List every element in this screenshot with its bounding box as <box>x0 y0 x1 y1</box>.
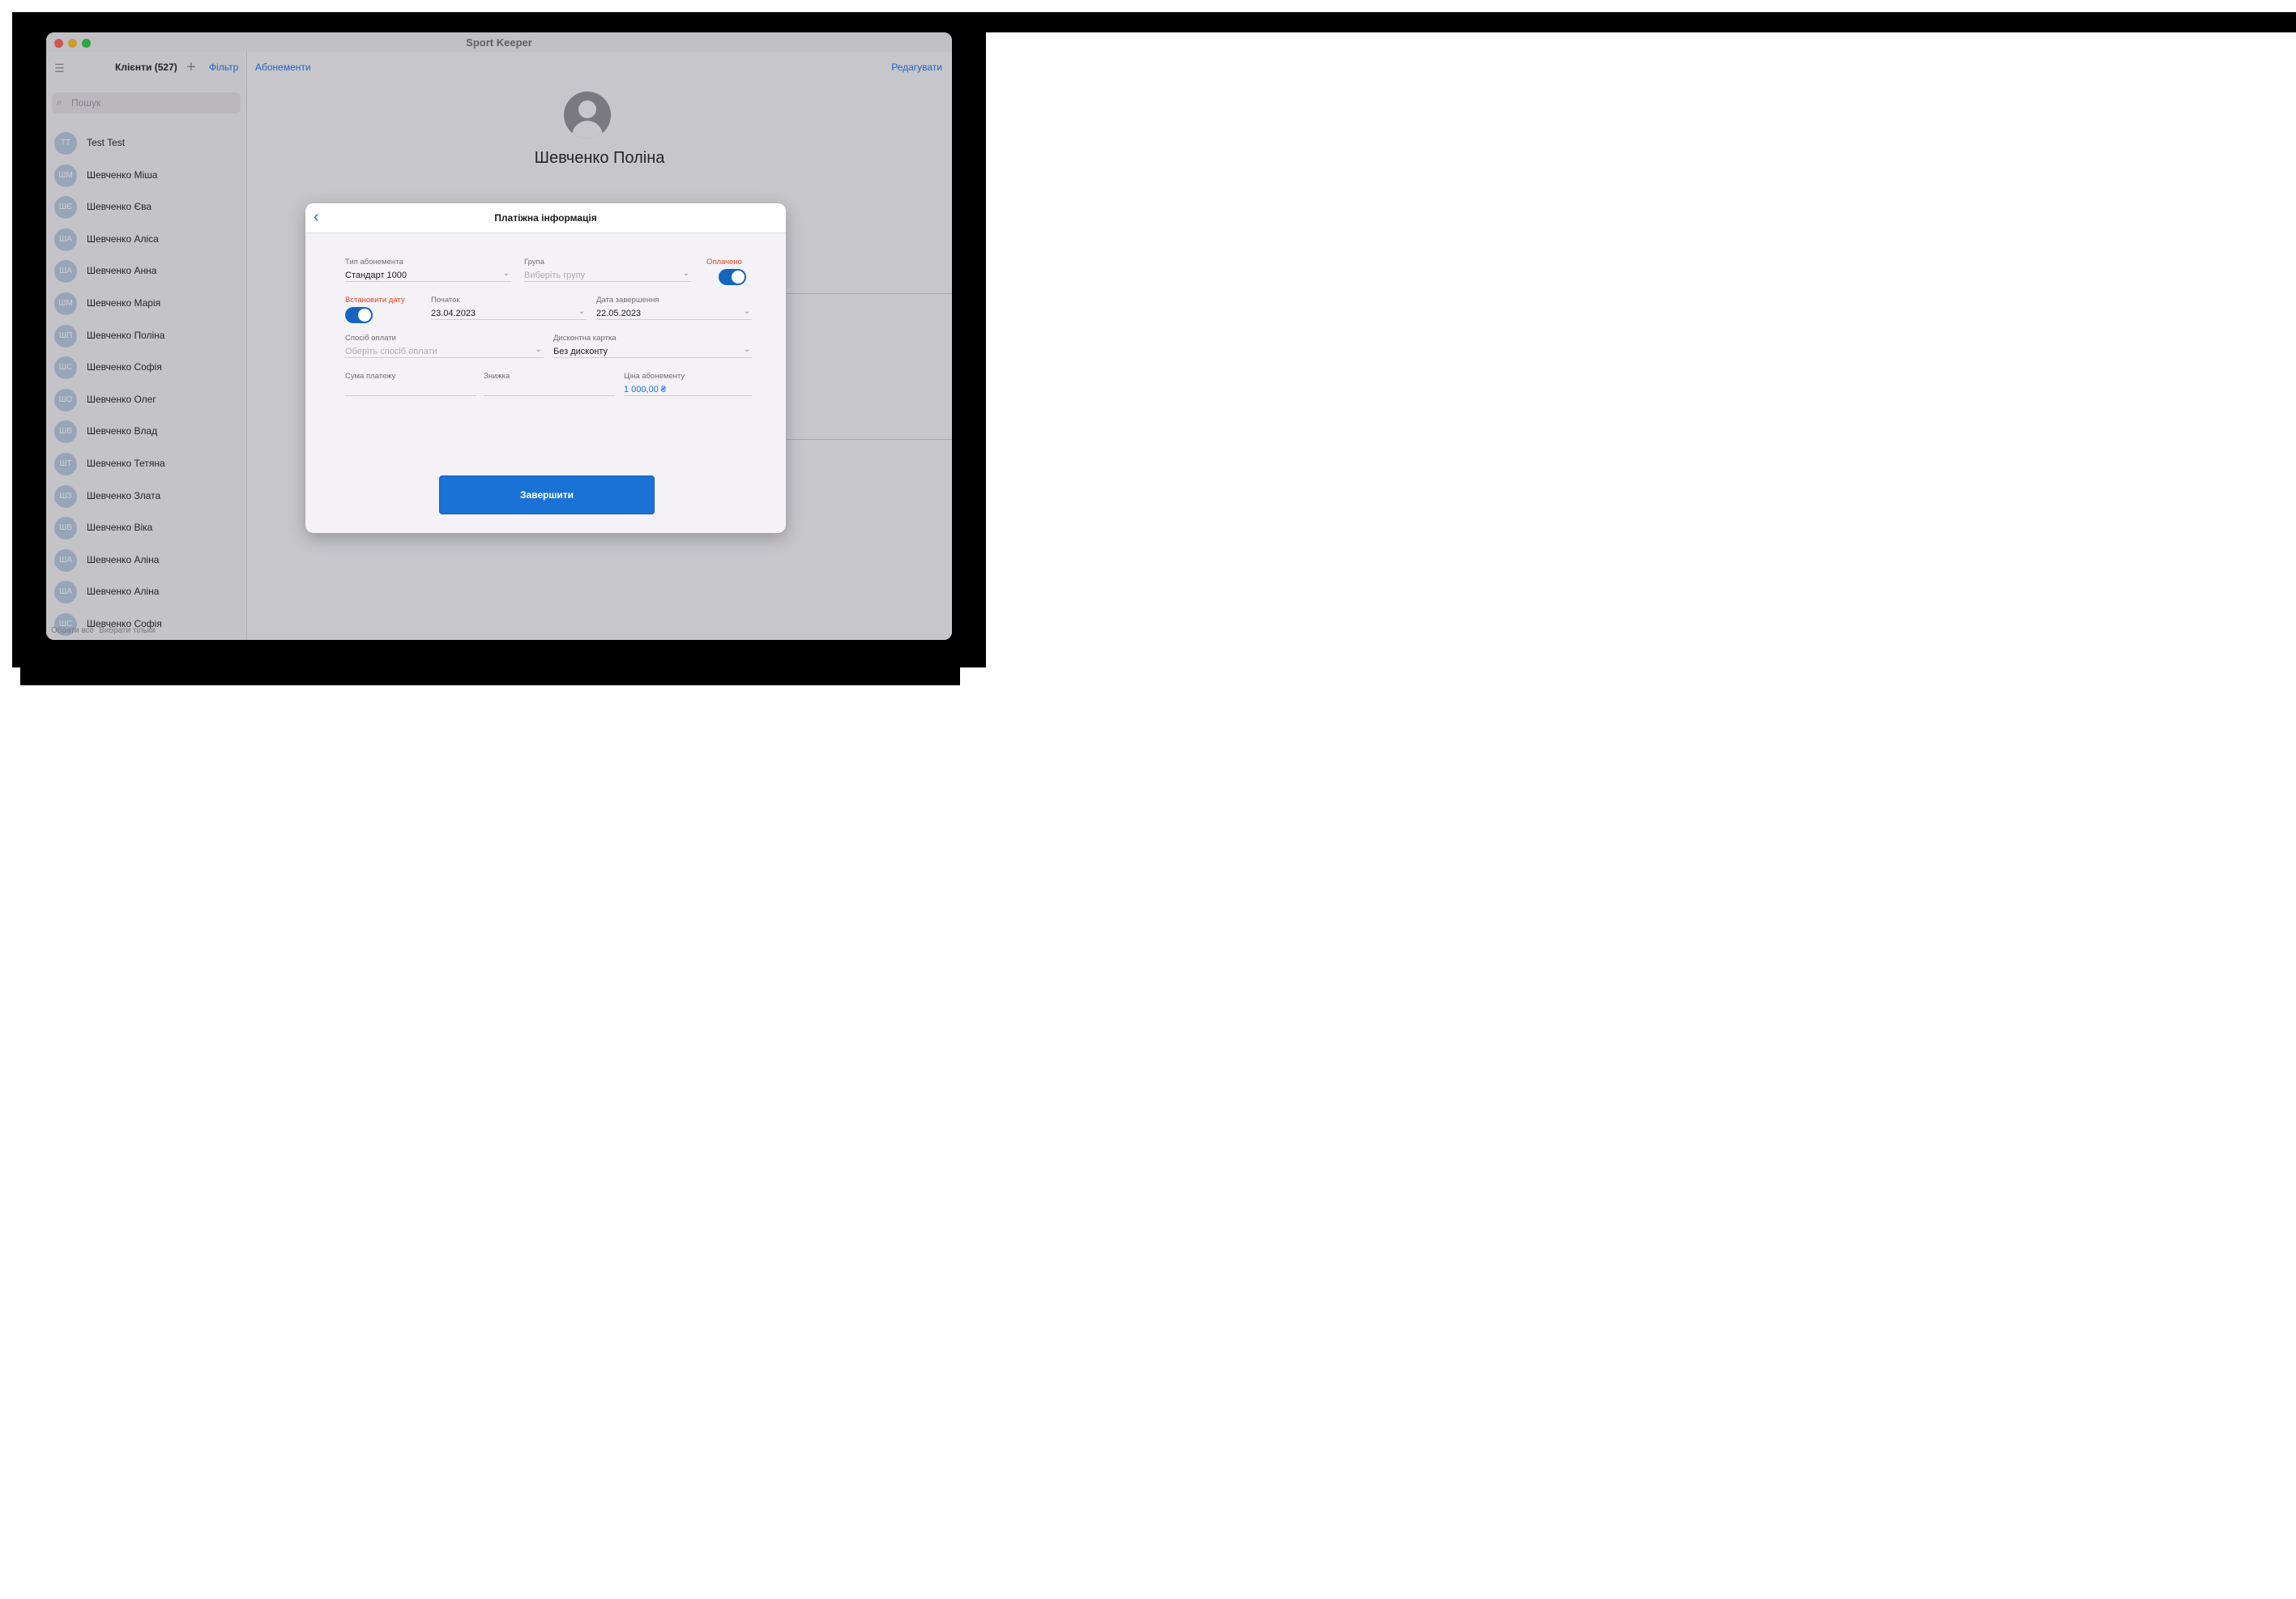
subscription-type-label: Тип абонемента <box>345 258 403 266</box>
app-window: Sport Keeper ☰ Клієнти (527) + Фільтр ⌕ … <box>46 32 952 640</box>
chevron-down-icon: ⌄ <box>682 269 689 278</box>
payment-method-select[interactable]: Спосіб оплати Оберіть спосіб оплати ⌄ <box>345 334 544 358</box>
discount-card-select[interactable]: Дисконтна картка Без дисконту ⌄ <box>553 334 752 358</box>
set-date-field: Встановити дату <box>345 296 426 305</box>
subscription-type-select[interactable]: Тип абонемента Стандарт 1000 ⌄ <box>345 258 511 282</box>
discount-input[interactable]: Знижка <box>484 372 615 396</box>
blank-area <box>986 32 2296 667</box>
chevron-down-icon: ⌄ <box>535 345 542 354</box>
dialog-title: Платіжна інформація <box>494 212 597 224</box>
group-label: Група <box>524 258 544 266</box>
chevron-down-icon: ⌄ <box>743 345 750 354</box>
payment-method-placeholder: Оберіть спосіб оплати <box>345 347 437 356</box>
group-select[interactable]: Група Виберіть групу ⌄ <box>524 258 691 282</box>
start-date-select[interactable]: Початок 23.04.2023 ⌄ <box>431 296 587 320</box>
finish-button[interactable]: Завершити <box>439 475 655 514</box>
set-date-label: Встановити дату <box>345 296 405 305</box>
start-date-value: 23.04.2023 <box>431 309 476 318</box>
discount-card-value: Без дисконту <box>553 347 608 356</box>
subscription-price-value: 1 000,00 ₴ <box>624 385 666 394</box>
start-date-label: Початок <box>431 296 460 305</box>
end-date-value: 22.05.2023 <box>596 309 642 318</box>
payment-sum-label: Сума платежу <box>345 372 396 381</box>
chevron-down-icon: ⌄ <box>578 307 585 316</box>
group-placeholder: Виберіть групу <box>524 271 586 280</box>
payment-sum-input[interactable]: Сума платежу <box>345 372 476 396</box>
chevron-down-icon: ⌄ <box>502 269 510 278</box>
discount-label: Знижка <box>484 372 510 381</box>
subscription-price-label: Ціна абонементу <box>624 372 685 381</box>
set-date-toggle[interactable] <box>345 307 373 323</box>
subscription-type-value: Стандарт 1000 <box>345 271 408 280</box>
paid-toggle[interactable] <box>719 269 746 285</box>
subscription-price-field[interactable]: Ціна абонементу 1 000,00 ₴ <box>624 372 752 396</box>
end-date-select[interactable]: Дата завершення 22.05.2023 ⌄ <box>596 296 752 320</box>
end-date-label: Дата завершення <box>596 296 659 305</box>
dialog-header: ‹ Платіжна інформація <box>305 203 786 233</box>
payment-info-dialog: ‹ Платіжна інформація Тип абонемента Ста… <box>305 203 786 533</box>
discount-card-label: Дисконтна картка <box>553 334 617 343</box>
payment-method-label: Спосіб оплати <box>345 334 396 343</box>
paid-label: Оплачено <box>706 258 742 266</box>
chevron-down-icon: ⌄ <box>743 307 750 316</box>
